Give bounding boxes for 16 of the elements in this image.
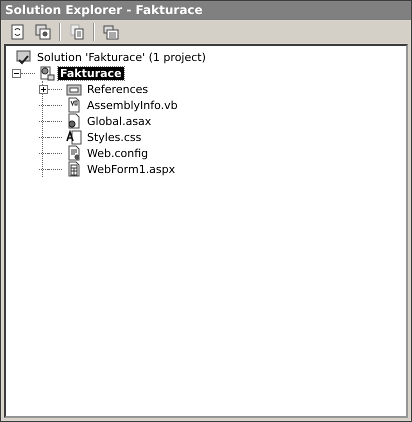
- expander-toggle[interactable]: [12, 68, 21, 78]
- expander-toggle[interactable]: [39, 84, 48, 94]
- window-title: Solution Explorer - Fakturace: [1, 1, 411, 20]
- tree-item[interactable]: Solution 'Fakturace' (1 project): [35, 50, 208, 64]
- tree-item[interactable]: Web.config: [85, 146, 150, 160]
- code-file-icon: [66, 97, 82, 113]
- tree-item[interactable]: Styles.css: [85, 130, 144, 144]
- solution-icon: [16, 49, 32, 65]
- tree-item[interactable]: WebForm1.aspx: [85, 162, 178, 176]
- tree-item[interactable]: AssemblyInfo.vb: [85, 98, 180, 112]
- stylesheet-icon: [66, 129, 82, 145]
- tree-item[interactable]: References: [85, 82, 150, 96]
- config-file-icon: [66, 145, 82, 161]
- form-file-icon: [66, 161, 82, 177]
- tree-item[interactable]: Global.asax: [85, 114, 154, 128]
- tree-item[interactable]: Fakturace: [58, 66, 124, 80]
